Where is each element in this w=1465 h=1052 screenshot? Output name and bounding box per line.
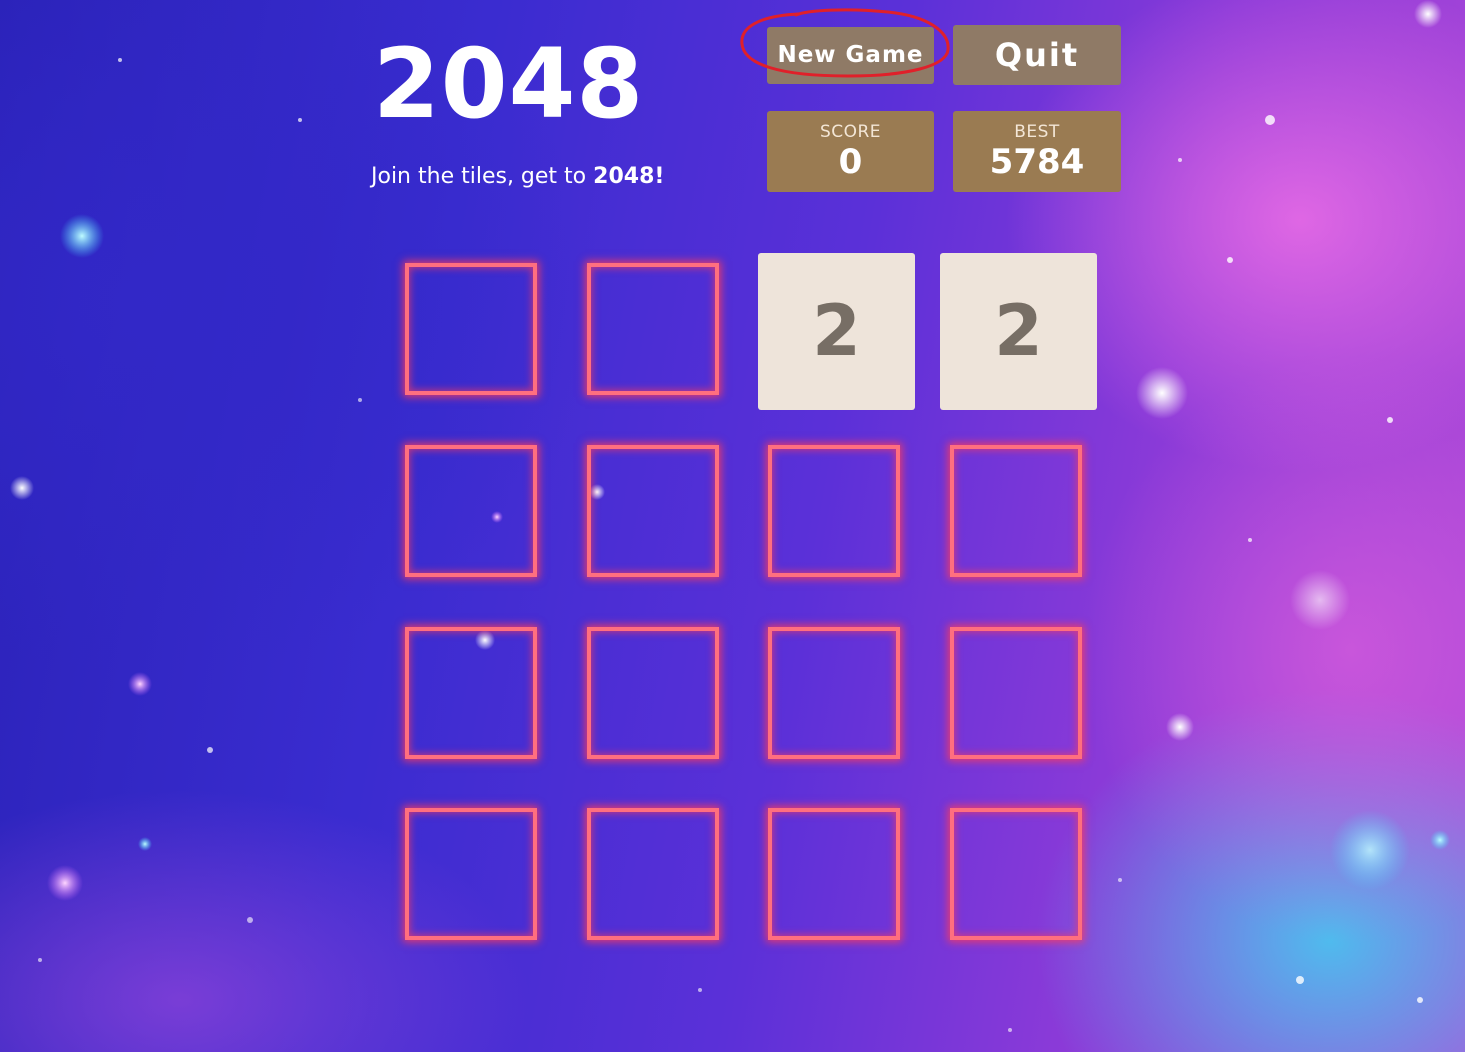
quit-button[interactable]: Quit	[953, 25, 1121, 85]
grid-cell	[768, 808, 900, 940]
starfield-background	[10, 0, 1450, 1032]
game-title: 2048	[373, 28, 645, 140]
grid-cell	[405, 627, 537, 759]
grid-cell	[768, 445, 900, 577]
grid-cell	[405, 263, 537, 395]
intro-target: 2048!	[593, 164, 665, 189]
best-value: 5784	[989, 142, 1085, 182]
grid-cell	[587, 808, 719, 940]
best-label: BEST	[1014, 122, 1060, 142]
score-label: SCORE	[819, 122, 882, 142]
grid-cell	[587, 263, 719, 395]
grid-cell	[950, 445, 1082, 577]
game-intro: Join the tiles, get to 2048!	[371, 164, 664, 189]
grid-cell	[950, 808, 1082, 940]
score-container: SCORE 0	[767, 111, 934, 192]
grid-cell	[950, 627, 1082, 759]
score-value: 0	[838, 142, 863, 182]
grid-cell	[405, 445, 537, 577]
intro-text: Join the tiles, get to	[371, 164, 594, 189]
grid-cell	[405, 808, 537, 940]
grid-cell	[587, 627, 719, 759]
new-game-button[interactable]: New Game	[767, 27, 934, 84]
best-container: BEST 5784	[953, 111, 1121, 192]
tile: 2	[758, 253, 915, 410]
tile: 2	[940, 253, 1097, 410]
grid-cell	[587, 445, 719, 577]
grid-cell	[768, 627, 900, 759]
